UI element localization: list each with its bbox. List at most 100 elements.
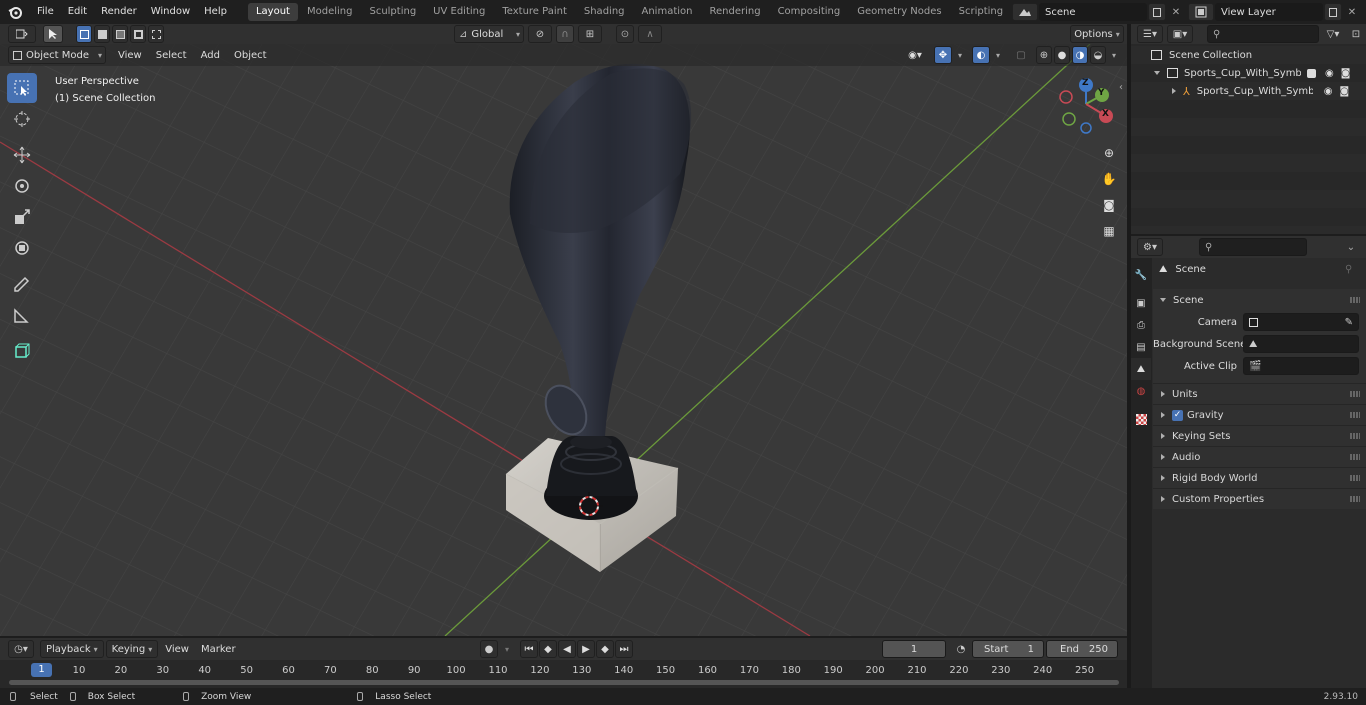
- sidebar-toggle-icon[interactable]: ‹: [1119, 82, 1123, 93]
- outliner-search[interactable]: ⚲: [1207, 25, 1319, 43]
- next-keyframe-button[interactable]: ◆: [596, 640, 614, 658]
- blender-logo-icon[interactable]: [0, 5, 30, 19]
- active-tool-button[interactable]: [43, 25, 63, 43]
- viewport-menu-add[interactable]: Add: [195, 46, 226, 64]
- outliner-editor-type[interactable]: ☰▾: [1137, 25, 1163, 43]
- menu-edit[interactable]: Edit: [61, 0, 94, 24]
- view-layer-browse-button[interactable]: [1188, 3, 1214, 21]
- cursor-tool[interactable]: [7, 104, 37, 134]
- transform-tool[interactable]: [7, 233, 37, 263]
- jump-end-button[interactable]: ⏭: [615, 640, 633, 658]
- overlay-dropdown[interactable]: ▾: [992, 46, 1004, 64]
- gizmo-toggle[interactable]: ✥: [934, 46, 952, 64]
- view-layer-field[interactable]: View Layer: [1215, 3, 1323, 21]
- gizmo-dropdown[interactable]: ▾: [954, 46, 966, 64]
- panel-scene-header[interactable]: Scene: [1153, 289, 1366, 311]
- display-mode-dropdown[interactable]: ▣▾: [1167, 25, 1193, 43]
- play-reverse-button[interactable]: ◀: [558, 640, 576, 658]
- camera-view-button[interactable]: ◙: [1098, 194, 1120, 216]
- panel-custom-properties[interactable]: Custom Properties: [1153, 488, 1366, 509]
- drag-grip-icon[interactable]: [1350, 475, 1360, 481]
- editor-type-button[interactable]: [8, 25, 36, 43]
- checkbox-icon[interactable]: [1307, 68, 1316, 78]
- tab-modeling[interactable]: Modeling: [299, 3, 361, 21]
- outliner-row-root[interactable]: Scene Collection: [1131, 46, 1366, 64]
- navigation-gizmo[interactable]: Z Y X: [1052, 74, 1124, 146]
- mode-subtract-selection-icon[interactable]: [112, 25, 128, 43]
- orientation-dropdown[interactable]: ⊿ Global ▾: [454, 25, 524, 43]
- shading-material-button[interactable]: ◑: [1072, 46, 1088, 64]
- scale-tool[interactable]: [7, 202, 37, 232]
- snap-toggle[interactable]: ∩: [556, 25, 574, 43]
- properties-options[interactable]: ⌄: [1341, 238, 1361, 256]
- panel-units[interactable]: Units: [1153, 383, 1366, 404]
- tab-sculpting[interactable]: Sculpting: [361, 3, 424, 21]
- end-frame-field[interactable]: End 250: [1046, 640, 1118, 658]
- keying-dropdown[interactable]: ▾: [500, 640, 514, 658]
- camera-icon[interactable]: ◙: [1341, 68, 1351, 79]
- perspective-toggle-button[interactable]: ▦: [1098, 220, 1120, 242]
- tab-tool[interactable]: 🔧: [1131, 264, 1151, 286]
- outliner-row-collection[interactable]: Sports_Cup_With_Symbol_Bro ◉ ◙: [1131, 64, 1366, 82]
- 3d-viewport[interactable]: User Perspective (1) Scene Collection Z …: [0, 44, 1127, 636]
- overlay-toggle[interactable]: ◐: [972, 46, 990, 64]
- drag-grip-icon[interactable]: [1350, 433, 1360, 439]
- properties-search[interactable]: ⚲: [1199, 238, 1307, 256]
- mode-new-selection-icon[interactable]: [76, 25, 92, 43]
- panel-rigid-body-world[interactable]: Rigid Body World: [1153, 467, 1366, 488]
- tab-animation[interactable]: Animation: [634, 3, 701, 21]
- new-view-layer-button[interactable]: [1324, 3, 1342, 21]
- tab-view-layer[interactable]: ▤: [1131, 336, 1151, 358]
- proportional-edit-toggle[interactable]: ⊙: [616, 25, 634, 43]
- scene-browse-button[interactable]: [1012, 3, 1038, 21]
- filter-dropdown[interactable]: ▽▾: [1321, 25, 1345, 43]
- menu-window[interactable]: Window: [144, 0, 197, 24]
- proportional-falloff-button[interactable]: ∧: [638, 25, 662, 43]
- snap-target-button[interactable]: ⊞: [578, 25, 602, 43]
- eyedropper-icon[interactable]: ✎: [1345, 317, 1353, 328]
- menu-file[interactable]: File: [30, 0, 61, 24]
- viewport-menu-select[interactable]: Select: [150, 46, 193, 64]
- shading-dropdown[interactable]: ▾: [1108, 46, 1120, 64]
- menu-help[interactable]: Help: [197, 0, 234, 24]
- timeline-menu-marker[interactable]: Marker: [196, 640, 241, 658]
- mode-extend-selection-icon[interactable]: [94, 25, 110, 43]
- pin-icon[interactable]: ⚲: [1345, 264, 1352, 275]
- expand-icon[interactable]: [1172, 88, 1176, 94]
- drag-grip-icon[interactable]: [1350, 297, 1360, 303]
- mode-invert-selection-icon[interactable]: [130, 25, 146, 43]
- shading-rendered-button[interactable]: ◒: [1090, 46, 1106, 64]
- expand-icon[interactable]: [1154, 71, 1160, 75]
- tab-texture-paint[interactable]: Texture Paint: [494, 3, 575, 21]
- camera-field[interactable]: ✎: [1243, 313, 1359, 331]
- timeline-menu-playback[interactable]: Playback ▾: [40, 640, 104, 658]
- rotate-tool[interactable]: [7, 171, 37, 201]
- tab-rendering[interactable]: Rendering: [701, 3, 768, 21]
- move-tool[interactable]: [7, 140, 37, 170]
- drag-grip-icon[interactable]: [1350, 454, 1360, 460]
- tab-layout[interactable]: Layout: [247, 3, 298, 21]
- panel-keying-sets[interactable]: Keying Sets: [1153, 425, 1366, 446]
- viewport-menu-object[interactable]: Object: [228, 46, 273, 64]
- visibility-dropdown[interactable]: ◉▾: [902, 46, 928, 64]
- prev-keyframe-button[interactable]: ◆: [539, 640, 557, 658]
- scene-name-field[interactable]: Scene: [1039, 3, 1147, 21]
- eye-icon[interactable]: ◉: [1324, 86, 1333, 97]
- tab-compositing[interactable]: Compositing: [770, 3, 849, 21]
- annotate-tool[interactable]: [7, 269, 37, 299]
- active-clip-field[interactable]: 🎬: [1243, 357, 1359, 375]
- drag-grip-icon[interactable]: [1350, 496, 1360, 502]
- timeline-menu-keying[interactable]: Keying ▾: [105, 640, 159, 658]
- play-button[interactable]: ▶: [577, 640, 595, 658]
- gravity-checkbox[interactable]: ✓: [1172, 409, 1183, 421]
- tab-output[interactable]: ⎙: [1131, 314, 1151, 336]
- tab-shading[interactable]: Shading: [576, 3, 633, 21]
- auto-keying-toggle[interactable]: ●: [480, 640, 498, 658]
- panel-audio[interactable]: Audio: [1153, 446, 1366, 467]
- pivot-point-button[interactable]: ⊘: [528, 25, 552, 43]
- select-box-tool[interactable]: [7, 73, 37, 103]
- properties-editor-type[interactable]: ⚙▾: [1137, 238, 1163, 256]
- timeline-scrollbar[interactable]: [9, 680, 1119, 685]
- tab-geometry-nodes[interactable]: Geometry Nodes: [849, 3, 949, 21]
- current-frame-field[interactable]: 1: [882, 640, 946, 658]
